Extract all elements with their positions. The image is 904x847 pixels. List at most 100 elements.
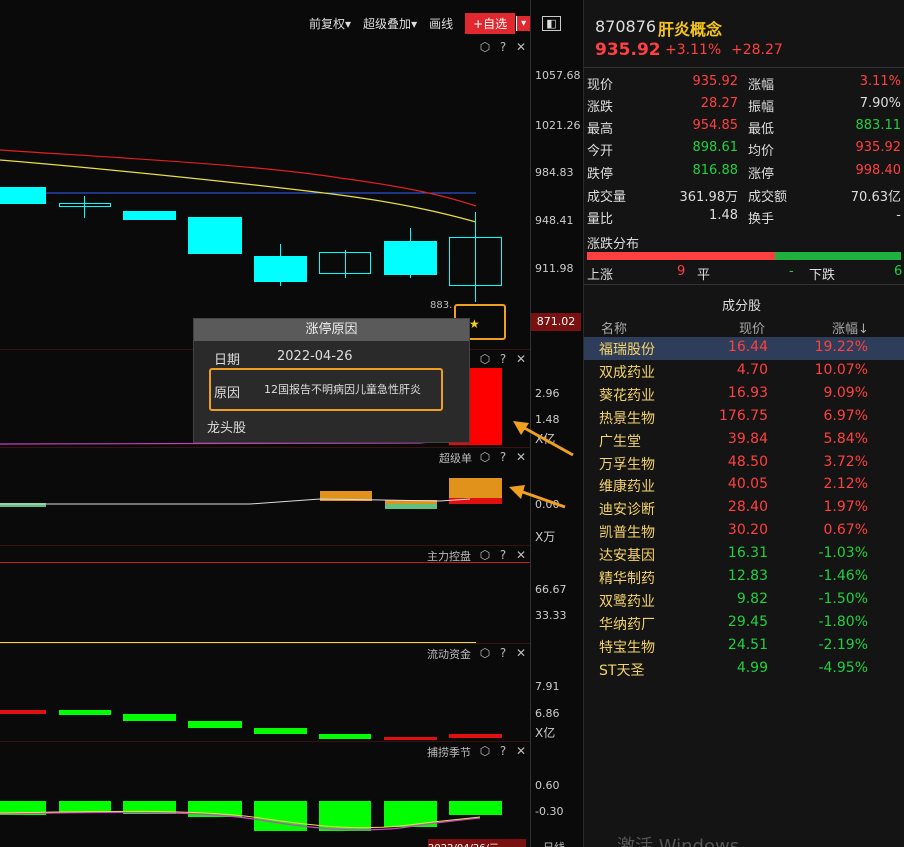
component-name: 迪安诊断 [599, 502, 655, 519]
component-row[interactable]: 华纳药厂 29.45 -1.80% [584, 612, 904, 635]
candle [319, 252, 371, 274]
quote-key: 涨停 [748, 167, 775, 182]
settings-icon[interactable]: ⬡ [478, 548, 492, 562]
close-icon[interactable]: ✕ [514, 352, 528, 366]
quote-key: 量比 [587, 212, 614, 227]
quote-value: 1.48 [709, 208, 738, 223]
ma-yellow-line [0, 159, 477, 223]
down-count: 6 [894, 264, 903, 279]
ma-red-line [0, 149, 477, 207]
component-price: 39.84 [727, 430, 768, 447]
liquidity-bar [59, 710, 111, 715]
component-change: 19.22% [814, 339, 868, 355]
col-price[interactable]: 现价 [739, 318, 765, 337]
close-icon[interactable]: ✕ [514, 646, 528, 660]
windows-watermark: 激活 Windows [617, 836, 740, 847]
component-price: 48.50 [727, 453, 768, 470]
component-name: 华纳药厂 [599, 616, 655, 633]
component-row[interactable]: 万孚生物 48.50 3.72% [584, 452, 904, 475]
component-row[interactable]: 福瑞股份 16.44 19.22% [584, 337, 904, 360]
help-icon[interactable]: ? [496, 352, 510, 366]
component-row[interactable]: 葵花药业 16.93 9.09% [584, 383, 904, 406]
star-icon[interactable]: ★ [469, 317, 480, 331]
component-row[interactable]: 双鹭药业 9.82 -1.50% [584, 589, 904, 612]
quote-row: 成交量 361.98万 成交额 70.63亿 [587, 186, 901, 208]
liquidity-bar [188, 721, 242, 728]
component-change: 3.72% [823, 453, 868, 470]
component-row[interactable]: 维康药业 40.05 2.12% [584, 474, 904, 497]
component-change: -1.03% [818, 545, 868, 562]
distribution-title: 涨跌分布 [587, 237, 640, 252]
cursor-date: 2022/04/26/二 [428, 839, 526, 847]
settings-icon[interactable]: ⬡ [478, 352, 492, 366]
panel-divider [0, 447, 530, 448]
index-price: 935.92 [595, 40, 661, 60]
y-tick: 7.91 [535, 680, 560, 693]
component-row[interactable]: 双成药业 4.70 10.07% [584, 360, 904, 383]
distribution-bar [587, 252, 901, 260]
component-row[interactable]: 精华制药 12.83 -1.46% [584, 566, 904, 589]
up-count: 9 [677, 264, 686, 279]
current-price-tag: 871.02 [531, 313, 581, 331]
arrow-line [516, 488, 566, 509]
component-row[interactable]: 达安基因 16.31 -1.03% [584, 543, 904, 566]
component-name: 凯普生物 [599, 525, 655, 542]
quote-row: 跌停 816.88 涨停 998.40 [587, 163, 901, 185]
help-icon[interactable]: ? [496, 646, 510, 660]
y-tick: 0.60 [535, 779, 560, 792]
component-change: 1.97% [823, 499, 868, 516]
y-tick: 1021.26 [535, 119, 581, 132]
candle [59, 203, 111, 207]
liquidity-bar [123, 714, 176, 721]
component-price: 40.05 [727, 476, 768, 493]
quote-value: 3.11% [859, 74, 901, 89]
index-name: 肝炎概念 [658, 20, 723, 39]
quote-key: 成交额 [748, 190, 788, 205]
component-row[interactable]: 广生堂 39.84 5.84% [584, 429, 904, 452]
col-name[interactable]: 名称 [601, 318, 627, 337]
quote-key: 今开 [587, 144, 614, 159]
candle [254, 256, 307, 282]
quote-row: 最高 954.85 最低 883.11 [587, 118, 901, 140]
close-icon[interactable]: ✕ [514, 744, 528, 758]
panel-title: 流动资金 [427, 648, 471, 661]
super-order-line [0, 498, 470, 505]
component-change: 6.97% [823, 407, 868, 424]
settings-icon[interactable]: ⬡ [478, 450, 492, 464]
candle [188, 217, 242, 254]
component-price: 16.44 [727, 339, 768, 355]
component-name: 热景生物 [599, 410, 655, 427]
y-tick: 33.33 [535, 609, 567, 622]
component-row[interactable]: 特宝生物 24.51 -2.19% [584, 635, 904, 658]
index-change-pct: +3.11% [665, 42, 722, 58]
component-price: 24.51 [727, 636, 768, 653]
liquidity-bar [384, 737, 437, 740]
settings-icon[interactable]: ⬡ [478, 646, 492, 660]
close-icon[interactable]: ✕ [514, 548, 528, 562]
component-change: -1.46% [818, 568, 868, 584]
quote-key: 均价 [748, 144, 775, 159]
flat-label: 平 [697, 268, 711, 283]
quote-value: 70.63亿 [850, 190, 901, 205]
liquidity-bar [254, 728, 307, 734]
help-icon[interactable]: ? [496, 744, 510, 758]
panel-divider [0, 545, 530, 546]
index-change: +28.27 [731, 42, 783, 58]
component-name: 精华制药 [599, 571, 655, 587]
component-row[interactable]: ST天圣 4.99 -4.95% [584, 658, 904, 681]
quote-key: 涨幅 [748, 78, 775, 93]
quote-row: 今开 898.61 均价 935.92 [587, 140, 901, 162]
period-tab[interactable]: 日线 [543, 839, 565, 847]
help-icon[interactable]: ? [496, 548, 510, 562]
component-change: 9.09% [823, 384, 868, 401]
components-title: 成分股 [722, 299, 762, 314]
chart-area[interactable]: 前复权▾ 超级叠加▾ 画线 +自选 ▾ ◧ ⬡ ? ✕ 1057.68 1021… [0, 0, 583, 847]
component-row[interactable]: 热景生物 176.75 6.97% [584, 406, 904, 429]
panel-divider [0, 643, 530, 644]
component-row[interactable]: 凯普生物 30.20 0.67% [584, 520, 904, 543]
component-change: 2.12% [823, 476, 868, 493]
component-row[interactable]: 迪安诊断 28.40 1.97% [584, 497, 904, 520]
col-change[interactable]: 涨幅↓ [832, 318, 869, 337]
panel-title: 超级单 [439, 452, 472, 465]
settings-icon[interactable]: ⬡ [478, 744, 492, 758]
